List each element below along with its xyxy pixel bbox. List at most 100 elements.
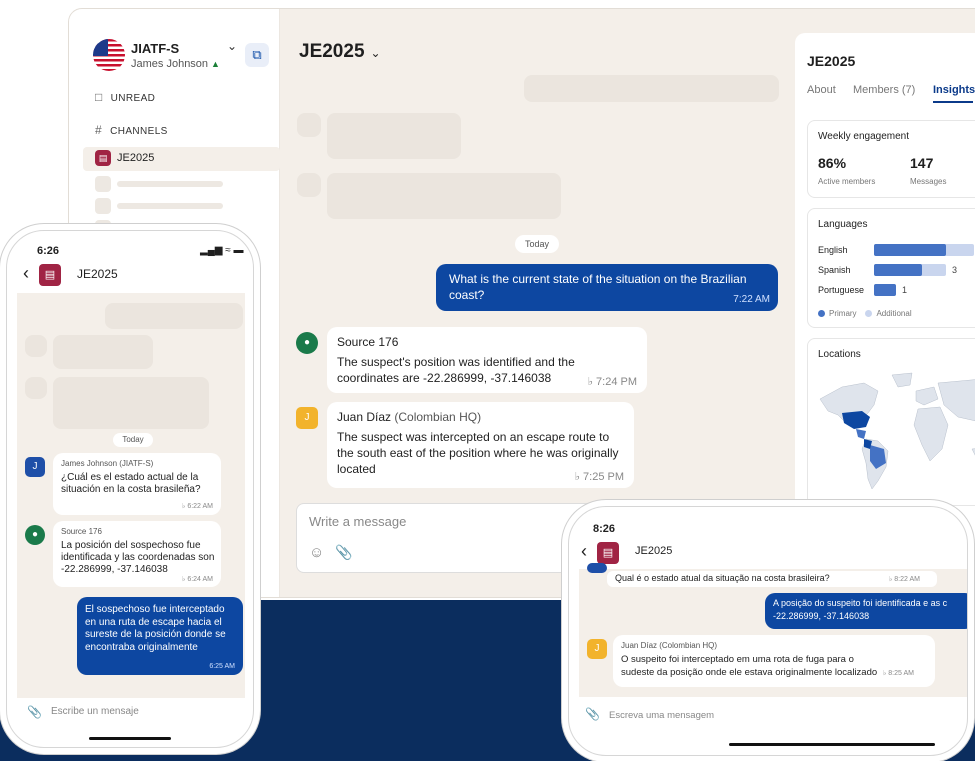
language-count: 3 (952, 265, 958, 275)
message-time: 6:25 AM (209, 663, 235, 670)
message-time: ♭ 6:24 AM (182, 576, 213, 583)
unread-icon: □ (95, 90, 103, 104)
home-indicator (729, 743, 935, 746)
status-icons: ▂▄▆ ≈ ▬ (200, 245, 244, 256)
phone-chat-area: Today J James Johnson (JIATF-S) ¿Cuál es… (17, 293, 245, 698)
attachment-icon[interactable]: 📎 (335, 544, 352, 561)
active-tab-indicator (933, 101, 973, 103)
chat-title[interactable]: JE2025 (77, 267, 118, 281)
hash-icon: # (95, 123, 103, 137)
language-name: Portuguese (818, 285, 865, 295)
active-members-label: Active members (818, 177, 876, 186)
incoming-message[interactable]: Juan Díaz (Colombian HQ) O suspeito foi … (613, 635, 935, 687)
user-avatar (587, 563, 607, 573)
translate-icon: ♭ (182, 576, 186, 583)
languages-legend: Primary Additional (818, 309, 912, 318)
back-chevron-icon[interactable]: ‹ (581, 541, 587, 562)
skeleton-bubble (53, 335, 153, 369)
translate-icon: ♭ (889, 576, 893, 583)
message-text: What is the current state of the situati… (449, 272, 747, 302)
language-count: 1 (902, 285, 908, 295)
sidebar-item-je2025[interactable]: JE2025 (117, 152, 154, 164)
language-name: Spanish (818, 265, 851, 275)
message-time: ♭ 6:22 AM (182, 503, 213, 510)
attachment-icon[interactable]: 📎 (27, 705, 42, 719)
tab-members[interactable]: Members (7) (853, 84, 915, 96)
translate-icon: ♭ (182, 503, 186, 510)
message-text: -22.286999, -37.146038 (773, 611, 870, 621)
user-avatar: J (296, 407, 318, 429)
tab-about[interactable]: About (807, 84, 836, 96)
composer-placeholder: Write a message (309, 514, 407, 529)
skeleton-bubble (327, 113, 461, 159)
message-text: Qual é o estado atual da situação na cos… (615, 573, 830, 583)
chat-title[interactable]: JE2025 ⌄ (299, 41, 381, 63)
outgoing-message[interactable]: What is the current state of the situati… (436, 264, 778, 311)
messages-label: Messages (910, 177, 947, 186)
bot-avatar-icon: ● (296, 332, 318, 354)
channel-icon: ▤ (95, 150, 111, 166)
workspace-name: JIATF-S (131, 41, 180, 56)
back-chevron-icon[interactable]: ‹ (23, 263, 29, 284)
messages-value: 147 (910, 155, 934, 171)
emoji-icon[interactable]: ☺ (309, 544, 324, 561)
skeleton-bubble (524, 75, 779, 102)
us-flag-avatar (93, 39, 125, 71)
presence-indicator-icon: ▲ (211, 59, 220, 69)
phone-left: 6:26 ▂▄▆ ≈ ▬ ‹ ▤ JE2025 Today J James Jo… (6, 230, 254, 748)
incoming-message[interactable]: Source 176 The suspect's position was id… (327, 327, 647, 393)
sender-name: Source 176 (337, 335, 399, 349)
status-time: 6:26 (37, 245, 60, 257)
message-time: ♭ 7:24 PM (587, 376, 637, 388)
chat-title[interactable]: JE2025 (635, 545, 672, 557)
skeleton-line (117, 181, 223, 187)
message-text: A posição do suspeito foi identificada e… (773, 598, 948, 608)
status-time: 8:26 (593, 523, 616, 535)
composer-placeholder[interactable]: Escreva uma mensagem (609, 710, 714, 721)
chevron-down-icon[interactable]: ⌄ (227, 39, 237, 53)
incoming-message[interactable]: Qual é o estado atual da situação na cos… (607, 571, 937, 587)
sender-name: Juan Díaz (Colombian HQ) (337, 410, 482, 424)
skeleton-bubble (53, 377, 209, 429)
skeleton-avatar (25, 335, 47, 357)
active-members-value: 86% (818, 155, 847, 171)
incoming-message[interactable]: Source 176 La posición del sospechoso fu… (53, 521, 221, 587)
bot-avatar-icon: ● (25, 525, 45, 545)
translate-icon: ♭ (883, 670, 887, 677)
sidebar-item-unread[interactable]: □ UNREAD (95, 90, 155, 104)
sidebar-item-channels[interactable]: # CHANNELS (95, 123, 168, 137)
insights-title: JE2025 (807, 53, 856, 69)
locations-card: Locations (807, 338, 975, 506)
language-name: English (818, 245, 848, 255)
skeleton-bubble (105, 303, 243, 329)
composer-placeholder[interactable]: Escribe un mensaje (51, 706, 139, 717)
card-title: Languages (818, 219, 868, 230)
sender-name: James Johnson (JIATF-S) (61, 459, 154, 468)
tab-insights[interactable]: Insights (933, 84, 975, 96)
message-text: La posición del sospechoso fue identific… (61, 540, 215, 575)
sidebar-item-active-bg (83, 147, 280, 171)
skeleton-icon (95, 176, 111, 192)
day-divider: Today (113, 433, 153, 447)
message-time: 7:22 AM (733, 294, 770, 305)
new-message-button[interactable]: ⧉ (245, 43, 269, 67)
day-divider: Today (515, 235, 559, 253)
world-map[interactable] (812, 369, 975, 499)
chevron-down-icon: ⌄ (370, 46, 381, 60)
skeleton-avatar (297, 113, 321, 137)
card-title: Locations (818, 349, 861, 360)
channel-icon: ▤ (39, 264, 61, 286)
translate-icon: ♭ (587, 376, 593, 388)
incoming-message[interactable]: Juan Díaz (Colombian HQ) The suspect was… (327, 402, 634, 488)
card-title: Weekly engagement (818, 131, 909, 142)
outgoing-message[interactable]: El sospechoso fue interceptado en una ru… (77, 597, 243, 675)
incoming-message[interactable]: James Johnson (JIATF-S) ¿Cuál es el esta… (53, 453, 221, 515)
outgoing-message[interactable]: A posição do suspeito foi identificada e… (765, 593, 967, 629)
languages-card: Languages English Spanish 3 Portuguese 1… (807, 208, 975, 328)
sender-name: Source 176 (61, 527, 102, 536)
attachment-icon[interactable]: 📎 (585, 707, 600, 721)
translate-icon: ♭ (574, 471, 580, 483)
message-time: ♭ 7:25 PM (574, 471, 624, 483)
message-text: El sospechoso fue interceptado en una ru… (85, 604, 226, 653)
weekly-engagement-card: Weekly engagement 86% Active members 147… (807, 120, 975, 198)
